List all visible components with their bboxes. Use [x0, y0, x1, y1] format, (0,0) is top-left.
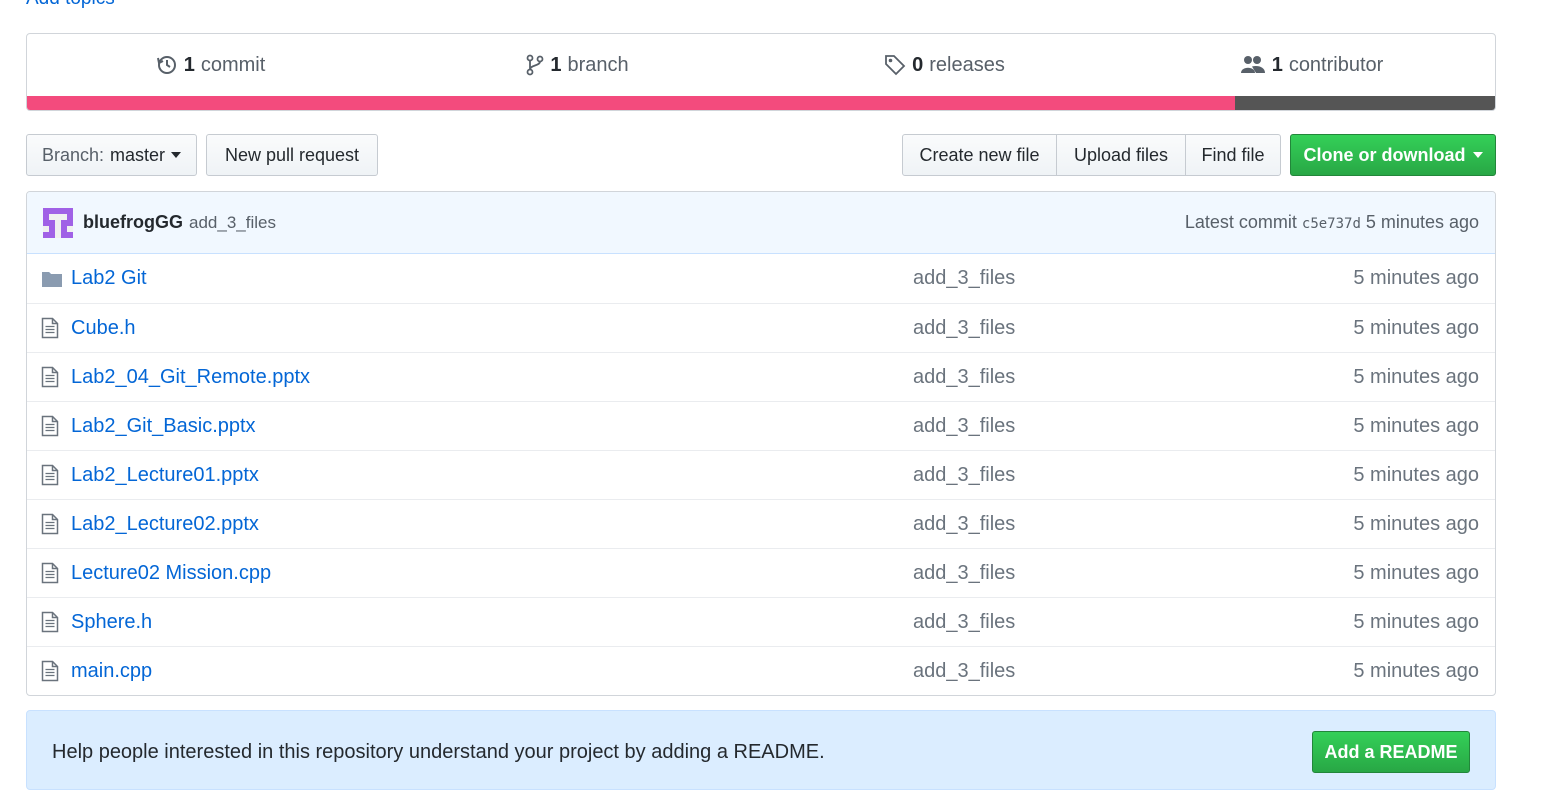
file-icon [41, 562, 67, 584]
file-commit-message[interactable]: add_3_files [913, 267, 1313, 290]
file-age: 5 minutes ago [1353, 365, 1479, 388]
file-commit-message[interactable]: add_3_files [913, 562, 1313, 585]
tag-icon [885, 55, 906, 76]
file-row: Lab2_Git_Basic.pptx add_3_files 5 minutes … [27, 401, 1495, 450]
add-readme-button[interactable]: Add a README [1312, 731, 1470, 773]
commit-age: 5 minutes ago [1365, 212, 1479, 232]
file-commit-message[interactable]: add_3_files [913, 317, 1313, 340]
file-age: 5 minutes ago [1353, 414, 1479, 437]
commit-author[interactable]: bluefrogGG [83, 212, 183, 233]
branches-count: 1 [550, 53, 562, 76]
language-segment[interactable] [1235, 96, 1495, 110]
language-segment[interactable] [27, 96, 1236, 110]
find-file-button[interactable]: Find file [1185, 134, 1281, 176]
releases-count: 0 [912, 53, 924, 76]
upload-files-button[interactable]: Upload files [1056, 134, 1186, 176]
file-icon [41, 611, 67, 633]
file-name-link[interactable]: Lab2_Lecture01.pptx [71, 464, 913, 487]
add-readme-label: Add a README [1324, 741, 1458, 762]
file-commit-message[interactable]: add_3_files [913, 611, 1313, 634]
branch-icon [526, 54, 544, 76]
create-new-file-label: Create new file [919, 144, 1040, 165]
file-row: Lab2 Git add_3_files 5 minutes ago [27, 254, 1495, 303]
upload-files-label: Upload files [1073, 144, 1169, 165]
file-age: 5 minutes ago [1353, 316, 1479, 339]
branches-count-link[interactable]: 1 branch [394, 34, 761, 96]
readme-prompt: Help people interested in this repositor… [26, 710, 1496, 790]
commit-tease: bluefrogGG add_3_files Latest commit c5e… [27, 192, 1495, 254]
file-age: 5 minutes ago [1353, 610, 1479, 633]
clone-or-download-button[interactable]: Clone or download [1290, 134, 1496, 176]
file-row: Lab2_04_Git_Remote.pptx add_3_files 5 minu… [27, 352, 1495, 401]
avatar[interactable] [43, 207, 73, 238]
file-commit-message[interactable]: add_3_files [913, 660, 1313, 683]
file-row: Lecture02 Mission.cpp add_3_files 5 minute… [27, 548, 1495, 597]
file-age: 5 minutes ago [1353, 512, 1479, 535]
file-actions-group: Create new file Upload files Find file [902, 134, 1281, 176]
file-row: Sphere.h add_3_files 5 minutes ago [27, 597, 1495, 646]
file-name-link[interactable]: Sphere.h [71, 611, 913, 634]
file-icon [41, 464, 67, 486]
file-commit-message[interactable]: add_3_files [913, 464, 1313, 487]
language-bar[interactable] [27, 96, 1495, 110]
file-name-link[interactable]: Lab2_Lecture02.pptx [71, 513, 913, 536]
file-icon [41, 415, 67, 437]
file-name-link[interactable]: Cube.h [71, 317, 913, 340]
contributors-label: contributor [1288, 53, 1384, 76]
commits-count: 1 [183, 53, 195, 76]
file-commit-message[interactable]: add_3_files [913, 415, 1313, 438]
new-pull-request-label: New pull request [224, 144, 360, 165]
file-row: main.cpp add_3_files 5 minutes ago [27, 646, 1495, 695]
commits-count-link[interactable]: 1 commit [27, 34, 394, 96]
branches-label: branch [567, 53, 629, 76]
contributors-count: 1 [1271, 53, 1283, 76]
history-icon [156, 56, 176, 74]
caret-down-icon [1472, 152, 1483, 158]
latest-commit-label: Latest commit [1184, 212, 1297, 232]
file-icon [41, 366, 67, 388]
file-age: 5 minutes ago [1353, 561, 1479, 584]
contributors-count-link[interactable]: 1 contributor [1128, 34, 1495, 96]
commits-label: commit [200, 53, 266, 76]
create-new-file-button[interactable]: Create new file [902, 134, 1057, 176]
repo-summary: 1 commit 1 branch 0 releases 1 contribut… [26, 33, 1496, 111]
readme-prompt-text: Help people interested in this repositor… [52, 740, 825, 763]
commit-sha[interactable]: c5e737d [1302, 216, 1361, 232]
file-name-link[interactable]: Lab2 Git [71, 267, 913, 290]
file-age: 5 minutes ago [1353, 659, 1479, 682]
add-topics-link[interactable]: Add topics [26, 0, 115, 10]
file-icon [41, 660, 67, 682]
file-row: Cube.h add_3_files 5 minutes ago [27, 303, 1495, 352]
file-name-link[interactable]: Lecture02 Mission.cpp [71, 562, 913, 585]
file-name-link[interactable]: main.cpp [71, 660, 913, 683]
file-icon [41, 513, 67, 535]
branch-prefix: Branch: [41, 144, 105, 165]
find-file-label: Find file [1201, 144, 1265, 165]
file-list: bluefrogGG add_3_files Latest commit c5e… [26, 191, 1496, 696]
file-name-link[interactable]: Lab2_Git_Basic.pptx [71, 415, 913, 438]
releases-label: releases [929, 53, 1005, 76]
file-row: Lab2_Lecture01.pptx add_3_files 5 minutes … [27, 450, 1495, 499]
file-commit-message[interactable]: add_3_files [913, 513, 1313, 536]
file-age: 5 minutes ago [1353, 267, 1479, 289]
file-name-link[interactable]: Lab2_04_Git_Remote.pptx [71, 366, 913, 389]
branch-select-button[interactable]: Branch: master [26, 134, 197, 176]
new-pull-request-button[interactable]: New pull request [206, 134, 378, 176]
file-rows: Lab2 Git add_3_files 5 minutes ago Cube.h ad… [27, 254, 1495, 695]
file-age: 5 minutes ago [1353, 463, 1479, 486]
file-icon [41, 317, 67, 339]
branch-name: master [110, 144, 166, 165]
caret-down-icon [171, 152, 182, 158]
file-row: Lab2_Lecture02.pptx add_3_files 5 minutes … [27, 499, 1495, 548]
file-commit-message[interactable]: add_3_files [913, 366, 1313, 389]
clone-or-download-label: Clone or download [1303, 144, 1466, 165]
latest-commit-info: Latest commit c5e737d 5 minutes ago [1185, 212, 1479, 233]
releases-count-link[interactable]: 0 releases [761, 34, 1128, 96]
commit-message[interactable]: add_3_files [189, 213, 276, 233]
folder-icon [41, 270, 67, 288]
people-icon [1240, 56, 1265, 73]
